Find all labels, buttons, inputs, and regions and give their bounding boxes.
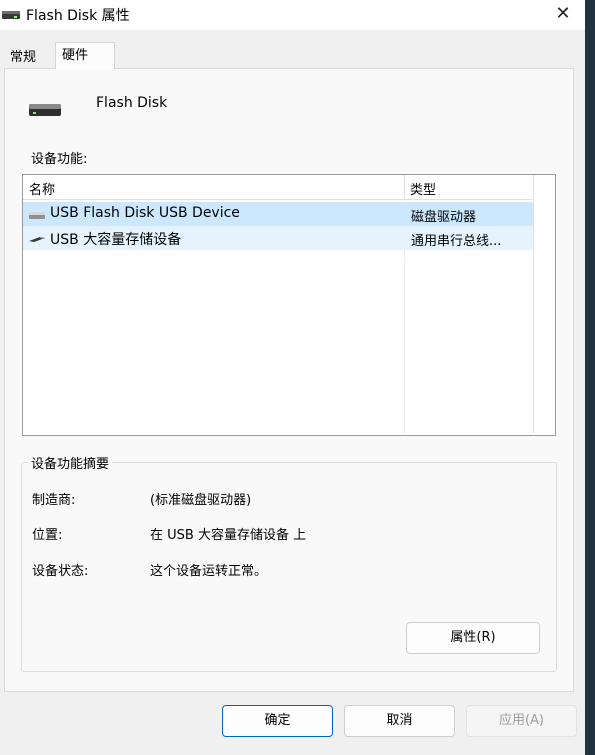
window-border [585, 0, 595, 755]
usb-icon [29, 237, 45, 242]
device-summary-title: 设备功能摘要 [28, 453, 113, 472]
disk-drive-icon [29, 212, 45, 219]
properties-button[interactable]: 属性(R) [406, 622, 540, 654]
device-function-type: 磁盘驱动器 [411, 210, 477, 225]
list-item[interactable]: USB Flash Disk USB Device 磁盘驱动器 [23, 202, 533, 226]
status-value: 这个设备运转正常。 [150, 564, 268, 579]
cancel-button[interactable]: 取消 [344, 705, 455, 737]
column-divider[interactable] [404, 175, 405, 199]
drive-icon [2, 11, 20, 19]
device-function-name: USB Flash Disk USB Device [50, 205, 240, 221]
close-icon: ✕ [555, 3, 571, 24]
device-name: Flash Disk [96, 95, 168, 111]
device-functions-label: 设备功能: [31, 152, 88, 167]
ok-button[interactable]: 确定 [222, 705, 333, 737]
manufacturer-value: (标准磁盘驱动器) [150, 493, 252, 508]
column-header-type[interactable]: 类型 [410, 179, 436, 198]
location-label: 位置: [32, 528, 63, 543]
close-button[interactable]: ✕ [548, 2, 578, 26]
list-scroll-edge [533, 175, 534, 433]
window-title: Flash Disk 属性 [26, 8, 130, 24]
list-header: 名称 类型 [23, 175, 533, 200]
apply-button[interactable]: 应用(A) [466, 705, 577, 737]
device-function-name: USB 大容量存储设备 [50, 232, 182, 248]
manufacturer-label: 制造商: [32, 493, 76, 508]
title-bar: Flash Disk 属性 ✕ [0, 0, 585, 30]
device-functions-list[interactable]: 名称 类型 USB Flash Disk USB Device 磁盘驱动器 US… [22, 174, 556, 436]
device-function-type: 通用串行总线... [411, 234, 502, 249]
status-label: 设备状态: [32, 564, 89, 579]
drive-icon [29, 104, 61, 116]
column-header-name[interactable]: 名称 [29, 179, 55, 198]
location-value: 在 USB 大容量存储设备 上 [150, 528, 307, 543]
tab-general[interactable]: 常规 [3, 44, 43, 70]
tab-hardware[interactable]: 硬件 [55, 42, 115, 69]
list-item[interactable]: USB 大容量存储设备 通用串行总线... [23, 226, 533, 250]
